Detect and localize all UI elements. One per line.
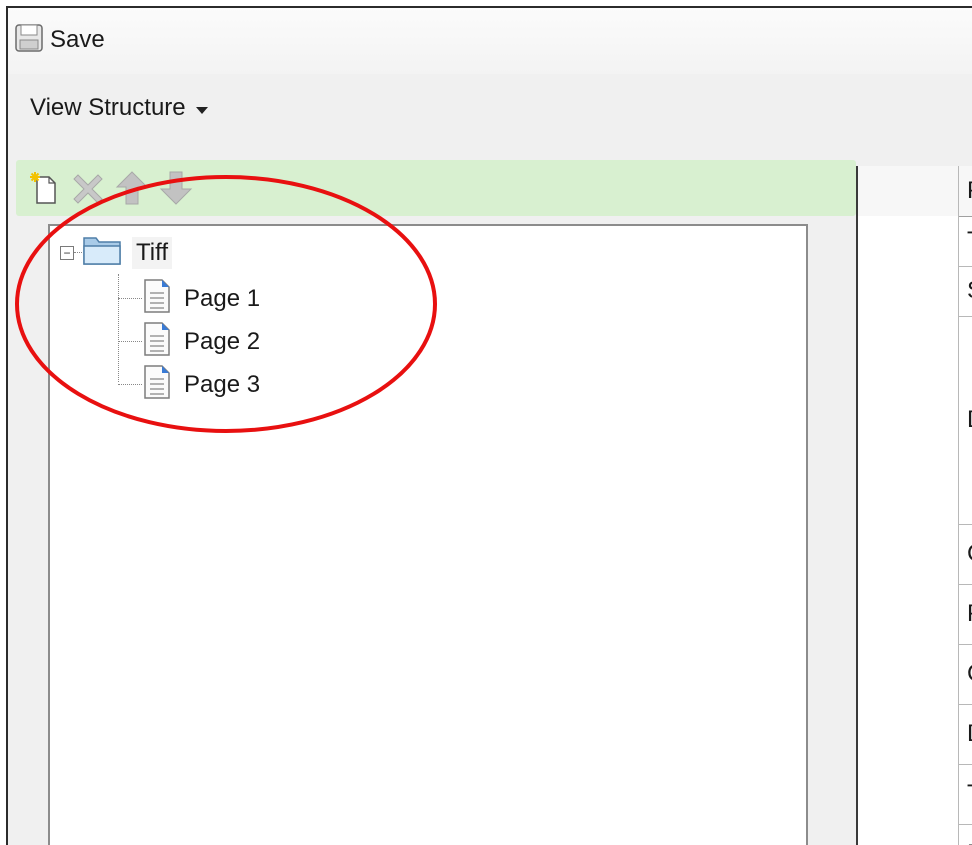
- collapse-expander[interactable]: −: [60, 245, 74, 260]
- structure-pane: − Tiff Page 1 Page 2 Page 3: [16, 158, 856, 845]
- view-structure-dropdown[interactable]: View Structure: [30, 94, 208, 122]
- grid-row-header[interactable]: [858, 704, 959, 764]
- grid-row-header[interactable]: [858, 524, 959, 584]
- grid-row[interactable]: C: [858, 644, 972, 705]
- main-toolbar: Save: [8, 8, 972, 74]
- tree-node-label: Page 2: [184, 327, 261, 355]
- grid-row[interactable]: T: [858, 764, 972, 825]
- grid-cell[interactable]: T: [959, 216, 972, 266]
- grid-row[interactable]: D: [858, 704, 972, 765]
- grid-cell[interactable]: C: [959, 524, 972, 584]
- grid-cell[interactable]: T: [959, 764, 972, 824]
- grid-header-row: P: [858, 166, 972, 217]
- delete-icon[interactable]: [70, 168, 106, 208]
- tree-connector: [118, 298, 142, 299]
- grid-cell[interactable]: D: [959, 704, 972, 764]
- grid-row[interactable]: C: [858, 524, 972, 585]
- chevron-down-icon: [195, 106, 208, 114]
- tree-node-root[interactable]: − Tiff: [60, 234, 173, 271]
- property-grid: P T S D C P C D: [856, 166, 972, 845]
- grid-row[interactable]: T: [858, 216, 972, 267]
- floppy-disk-icon: [14, 23, 44, 58]
- grid-row[interactable]: D: [858, 316, 972, 525]
- grid-row-header[interactable]: [858, 764, 959, 824]
- save-button[interactable]: Save: [14, 22, 105, 58]
- grid-row-header: [858, 166, 959, 216]
- tree-node-page-1[interactable]: Page 1: [118, 278, 260, 319]
- tree-node-page-3[interactable]: Page 3: [118, 364, 260, 405]
- app-window: Save View Structure − Tiff Page 1 Page 2…: [6, 6, 972, 845]
- grid-cell[interactable]: D: [959, 316, 972, 524]
- grid-row-header[interactable]: [858, 644, 959, 704]
- grid-row-header[interactable]: [858, 316, 959, 524]
- grid-row-header[interactable]: [858, 824, 959, 845]
- folder-icon: [82, 234, 122, 271]
- tree-connector: [74, 252, 82, 253]
- grid-cell[interactable]: C: [959, 644, 972, 704]
- grid-column-header[interactable]: P: [959, 166, 972, 216]
- view-bar: View Structure: [8, 74, 972, 158]
- move-down-icon[interactable]: [158, 168, 194, 208]
- tree-connector: [118, 384, 142, 385]
- view-structure-label: View Structure: [30, 94, 186, 121]
- move-up-icon[interactable]: [114, 168, 150, 208]
- new-page-icon[interactable]: [26, 168, 62, 208]
- tree-toolbar: [16, 160, 856, 216]
- grid-row[interactable]: S: [858, 266, 972, 317]
- grid-row[interactable]: F: [858, 824, 972, 845]
- document-icon: [142, 321, 172, 362]
- grid-cell[interactable]: F: [959, 824, 972, 845]
- grid-row-header[interactable]: [858, 584, 959, 644]
- grid-row[interactable]: P: [858, 584, 972, 645]
- save-label: Save: [50, 26, 105, 53]
- structure-tree: − Tiff Page 1 Page 2 Page 3: [48, 224, 808, 845]
- document-icon: [142, 364, 172, 405]
- grid-cell[interactable]: P: [959, 584, 972, 644]
- tree-node-label: Tiff: [132, 236, 173, 269]
- grid-cell[interactable]: S: [959, 266, 972, 316]
- tree-node-label: Page 3: [184, 370, 261, 398]
- grid-row-header[interactable]: [858, 216, 959, 266]
- tree-connector: [118, 341, 142, 342]
- tree-node-page-2[interactable]: Page 2: [118, 321, 260, 362]
- grid-row-header[interactable]: [858, 266, 959, 316]
- tree-node-label: Page 1: [184, 284, 261, 312]
- document-icon: [142, 278, 172, 319]
